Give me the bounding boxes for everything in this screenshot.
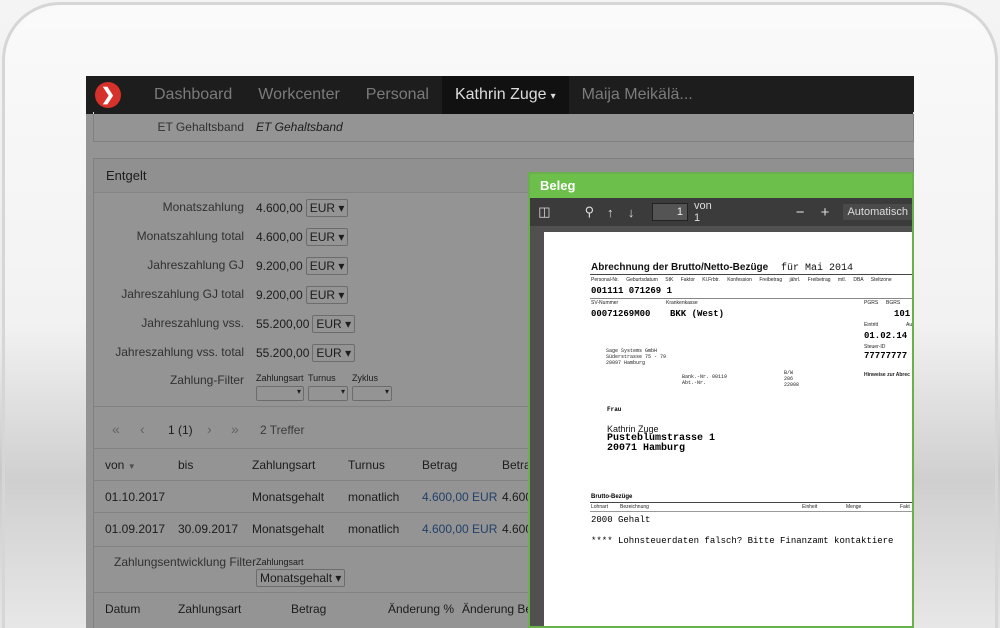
doc-pgrs: PGRS xyxy=(864,300,879,306)
doc-ref-line: 22008 xyxy=(784,382,800,388)
arrow-up-icon[interactable]: ↑ xyxy=(600,205,621,220)
zoom-in-button[interactable]: + xyxy=(815,204,836,221)
beleg-modal: Beleg ◫ ⚲ ↑ ↓ 1 von 1 − + Automatisch Ab… xyxy=(528,172,914,628)
doc-brutto-col: Lohnart xyxy=(591,504,608,510)
doc-salutation: Frau xyxy=(607,406,622,413)
top-navbar: ❯ Dashboard Workcenter Personal Kathrin … xyxy=(86,76,914,114)
doc-kk-value: BKK (West) xyxy=(670,309,725,319)
doc-reference: Bank.-Nr. 00119 Abt.-Nr. xyxy=(682,374,727,386)
arrow-down-icon[interactable]: ↓ xyxy=(621,205,642,220)
doc-recipient-city: 20071 Hamburg xyxy=(607,443,686,454)
doc-sender: Sage Systems GmbH Süderstrasse 75 - 79 2… xyxy=(606,348,666,366)
doc-steuer-value: 77777777 xyxy=(864,351,908,361)
app-screen: ❯ Dashboard Workcenter Personal Kathrin … xyxy=(86,76,914,628)
search-icon[interactable]: ⚲ xyxy=(579,204,600,220)
nav-employee-label: Kathrin Zuge xyxy=(454,86,547,103)
doc-bgrs: BGRS xyxy=(886,300,901,306)
pdf-viewer[interactable]: Abrechnung der Brutto/Netto-Bezüge für M… xyxy=(530,226,913,626)
doc-brutto-col: Menge xyxy=(846,504,862,510)
doc-col: Geburtsdatum xyxy=(626,277,658,283)
doc-rule xyxy=(590,274,912,275)
doc-hinweise: Hinweise zur Abrec xyxy=(864,372,910,378)
chevron-down-icon: ▾ xyxy=(550,91,556,102)
doc-num-101: 101 xyxy=(894,309,911,319)
doc-col: StK xyxy=(665,277,674,283)
doc-sender-line: 20097 Hamburg xyxy=(606,360,646,366)
page-count: von 1 xyxy=(694,200,712,224)
nav-employee-maija[interactable]: Maija Meikälä... xyxy=(569,76,706,114)
doc-au-label: Au xyxy=(906,322,913,328)
doc-reference-codes: B/W 206 22008 xyxy=(784,370,799,388)
doc-col: Steltzone xyxy=(870,277,892,283)
modal-title: Beleg xyxy=(530,174,912,198)
doc-title: Abrechnung der Brutto/Netto-Bezüge für M… xyxy=(591,262,853,274)
doc-brutto-line: 2000 Gehalt xyxy=(591,515,651,525)
doc-title-text: Abrechnung der Brutto/Netto-Bezüge xyxy=(591,262,769,273)
page-number-input[interactable]: 1 xyxy=(651,203,689,221)
doc-brutto-col: Fakt xyxy=(900,504,910,510)
doc-eintritt-value: 01.02.14 xyxy=(864,331,908,341)
doc-recipient-address: Pusteblumstrasse 1 20071 Hamburg xyxy=(607,434,715,454)
doc-sv-value: 00071269M00 xyxy=(591,309,651,319)
nav-employee-kathrin-zuge[interactable]: Kathrin Zuge ▾ xyxy=(441,76,569,114)
doc-eintritt-label: Eintritt xyxy=(864,322,879,328)
doc-sv-label: SV-Nummer xyxy=(591,300,619,306)
zoom-select[interactable]: Automatisch xyxy=(843,204,912,220)
doc-warning: **** Lohnsteuerdaten falsch? Bitte Finan… xyxy=(591,536,894,546)
doc-col: Freibetrag mtl. xyxy=(807,277,846,283)
doc-kk-label: Krankenkasse xyxy=(666,300,698,306)
nav-personal[interactable]: Personal xyxy=(353,76,442,114)
doc-rule xyxy=(590,298,912,299)
doc-col: Konfession xyxy=(727,277,752,283)
zoom-out-button[interactable]: − xyxy=(790,204,811,221)
doc-ref-line: Abt.-Nr. xyxy=(682,380,707,386)
doc-rule xyxy=(590,511,912,512)
sidebar-toggle-icon[interactable]: ◫ xyxy=(534,204,555,220)
app-logo-icon[interactable]: ❯ xyxy=(95,82,121,108)
doc-brutto-col: Einheit xyxy=(802,504,818,510)
doc-id-line: 001111 071269 1 xyxy=(591,286,673,296)
nav-dashboard[interactable]: Dashboard xyxy=(141,76,245,114)
doc-col: Faktor xyxy=(680,277,695,283)
doc-col: Kl.Frbtr. xyxy=(702,277,720,283)
doc-period: für Mai 2014 xyxy=(781,263,854,274)
nav-workcenter[interactable]: Workcenter xyxy=(245,76,353,114)
pdf-page: Abrechnung der Brutto/Netto-Bezüge für M… xyxy=(544,232,913,626)
doc-steuer-label: Steuer-ID xyxy=(864,344,886,350)
doc-brutto-col: Bezeichnung xyxy=(620,504,649,510)
doc-col: Personal-Nr. xyxy=(591,277,619,283)
doc-brutto-title: Brutto-Bezüge xyxy=(591,494,633,500)
doc-rule xyxy=(590,502,912,503)
doc-col: Freibetrag jährl. xyxy=(759,277,801,283)
pdf-toolbar: ◫ ⚲ ↑ ↓ 1 von 1 − + Automatisch xyxy=(530,198,912,226)
doc-header-cols: Personal-Nr. Geburtsdatum StK Faktor Kl.… xyxy=(591,277,892,283)
doc-col: DBA xyxy=(853,277,864,283)
